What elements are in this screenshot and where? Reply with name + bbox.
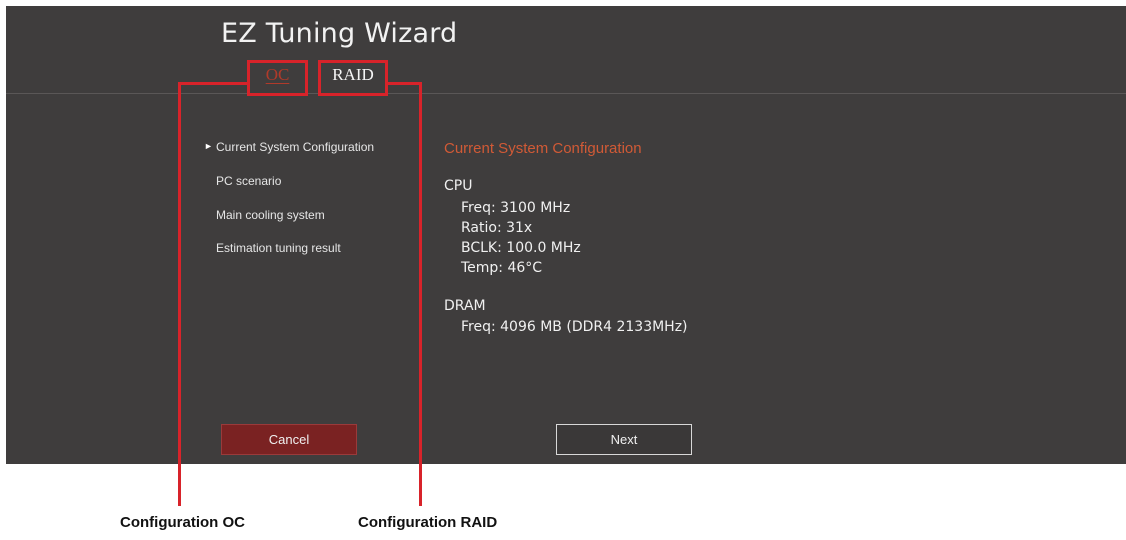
oc-callout-horizontal <box>178 82 250 85</box>
caption-configuration-oc: Configuration OC <box>120 514 245 531</box>
next-button[interactable]: Next <box>556 424 692 455</box>
nav-item-label: Estimation tuning result <box>216 241 341 255</box>
oc-callout-vertical <box>178 82 181 506</box>
cancel-button[interactable]: Cancel <box>221 424 357 455</box>
cpu-heading: CPU <box>444 178 473 194</box>
triangle-right-icon: ► <box>204 141 213 151</box>
raid-callout-vertical <box>419 82 422 506</box>
nav-item-label: Current System Configuration <box>216 140 375 154</box>
raid-highlight-box <box>318 60 388 96</box>
caption-configuration-raid: Configuration RAID <box>358 514 498 531</box>
panel-title: Current System Configuration <box>444 140 642 157</box>
nav-item-label: Main cooling system <box>216 208 325 222</box>
cpu-temp: Temp: 46°C <box>461 260 543 276</box>
dram-heading: DRAM <box>444 298 486 314</box>
cpu-ratio: Ratio: 31x <box>461 220 533 236</box>
nav-item-label: PC scenario <box>216 174 282 188</box>
raid-callout-horizontal <box>386 82 422 85</box>
window-title: EZ Tuning Wizard <box>221 18 458 49</box>
header-divider <box>6 93 1126 94</box>
dram-freq: Freq: 4096 MB (DDR4 2133MHz) <box>461 319 688 335</box>
cpu-freq: Freq: 3100 MHz <box>461 200 571 216</box>
ez-tuning-wizard-window: EZ Tuning Wizard ► Current System Config… <box>6 6 1126 464</box>
cpu-bclk: BCLK: 100.0 MHz <box>461 240 581 256</box>
oc-highlight-box <box>247 60 308 96</box>
